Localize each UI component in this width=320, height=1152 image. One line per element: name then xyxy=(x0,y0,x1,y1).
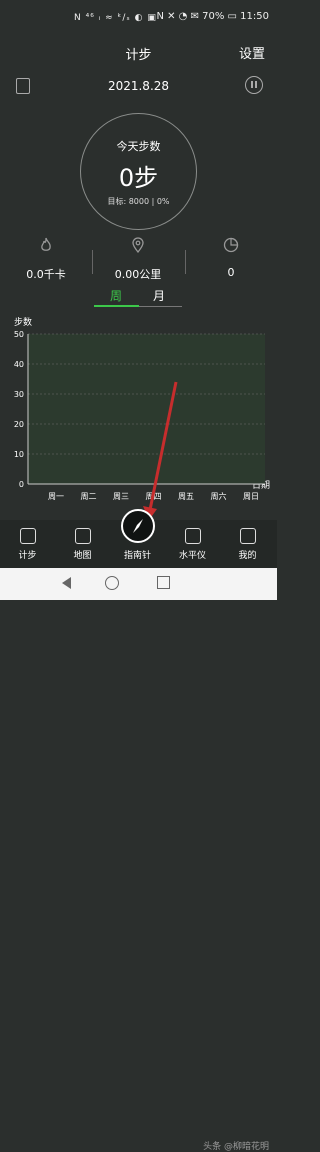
watermark: 头条 @柳暗花明 xyxy=(203,1142,269,1152)
today-steps-value: 0步 xyxy=(118,164,159,192)
nav-item[interactable]: 地图 xyxy=(55,520,110,568)
nav-item[interactable]: 计步 xyxy=(0,520,55,568)
flame-icon xyxy=(41,237,51,251)
recent-apps-icon[interactable] xyxy=(157,576,170,589)
back-icon[interactable] xyxy=(62,577,71,589)
today-steps-label: 今天步数 xyxy=(116,140,161,153)
chart-y-tick-label: 40 xyxy=(14,360,24,369)
home-icon[interactable] xyxy=(105,576,119,590)
date-label: 2021.8.28 xyxy=(107,79,170,93)
chart-plot-area xyxy=(28,334,265,484)
stats-divider xyxy=(92,250,93,274)
goal-text: 目标: 8000 | 0% xyxy=(107,197,170,206)
chart-x-tick-label: 周二 xyxy=(81,492,97,501)
page-title: 计步 xyxy=(125,48,152,63)
nav-item[interactable]: 我的 xyxy=(220,520,275,568)
chart-y-tick-label: 50 xyxy=(14,330,24,339)
status-right-info: N ✕ ◔ ✉ 70% ▭ 11:50 xyxy=(156,11,269,22)
chart-y-tick-label: 30 xyxy=(14,390,24,399)
steps-chart: 步数 日期 01020304050周一周二周三周四周五周六周日 xyxy=(14,316,270,520)
chart-y-axis-label: 步数 xyxy=(14,316,32,328)
chart-y-tick-label: 10 xyxy=(14,450,24,459)
distance-value: 0.00公里 xyxy=(114,268,162,281)
nav-item[interactable]: 水平仪 xyxy=(165,520,220,568)
nav-item-label: 水平仪 xyxy=(178,551,206,561)
chart-x-tick-label: 周日 xyxy=(243,492,259,501)
person-icon xyxy=(239,528,256,544)
settings-button[interactable]: 设置 xyxy=(239,43,265,62)
chart-y-tick-label: 0 xyxy=(19,480,24,489)
status-bar: N ⁴⁶ ᵢ ≈ ᵏ/ₛ ◐ ▣ N ✕ ◔ ✉ 70% ▭ 11:50 xyxy=(0,0,277,38)
chart-x-tick-label: 周一 xyxy=(48,492,64,501)
level-icon xyxy=(184,528,201,544)
status-left-icons: N ⁴⁶ ᵢ ≈ ᵏ/ₛ ◐ ▣ xyxy=(74,13,157,23)
nav-item-label: 地图 xyxy=(73,551,92,561)
compass-center-button[interactable] xyxy=(121,509,155,543)
chart-x-tick-label: 周三 xyxy=(113,492,129,501)
chart-x-tick-label: 周六 xyxy=(211,491,227,501)
nav-item-label: 指南针 xyxy=(123,551,151,561)
date-row: 2021.8.28 xyxy=(0,76,277,98)
nav-item-label: 计步 xyxy=(18,551,37,561)
steps-ring: 今天步数 0步 目标: 8000 | 0% xyxy=(80,113,197,230)
duration-stat: 0 xyxy=(185,237,277,281)
shoe-icon xyxy=(19,528,36,544)
duration-value: 0 xyxy=(227,266,235,279)
compass-needle-icon xyxy=(133,519,143,533)
location-pin-icon xyxy=(132,237,144,254)
chart-x-tick-label: 周五 xyxy=(178,492,194,501)
nav-item-label: 我的 xyxy=(238,551,257,561)
calories-stat: 0.0千卡 xyxy=(0,237,92,281)
system-nav-bar: 头条 @柳暗花明 xyxy=(0,568,277,1152)
calories-value: 0.0千卡 xyxy=(26,268,66,281)
distance-stat: 0.00公里 xyxy=(92,237,184,281)
pause-icon[interactable] xyxy=(245,76,263,94)
stats-divider xyxy=(185,250,186,274)
map-icon xyxy=(74,528,91,544)
stats-row: 0.0千卡 0.00公里 0 xyxy=(0,237,277,281)
chart-y-tick-label: 20 xyxy=(14,420,24,429)
tab-week[interactable]: 周 xyxy=(110,287,122,304)
pie-clock-icon xyxy=(223,237,239,253)
tab-active-indicator xyxy=(94,305,139,307)
tab-month[interactable]: 月 xyxy=(153,287,165,304)
